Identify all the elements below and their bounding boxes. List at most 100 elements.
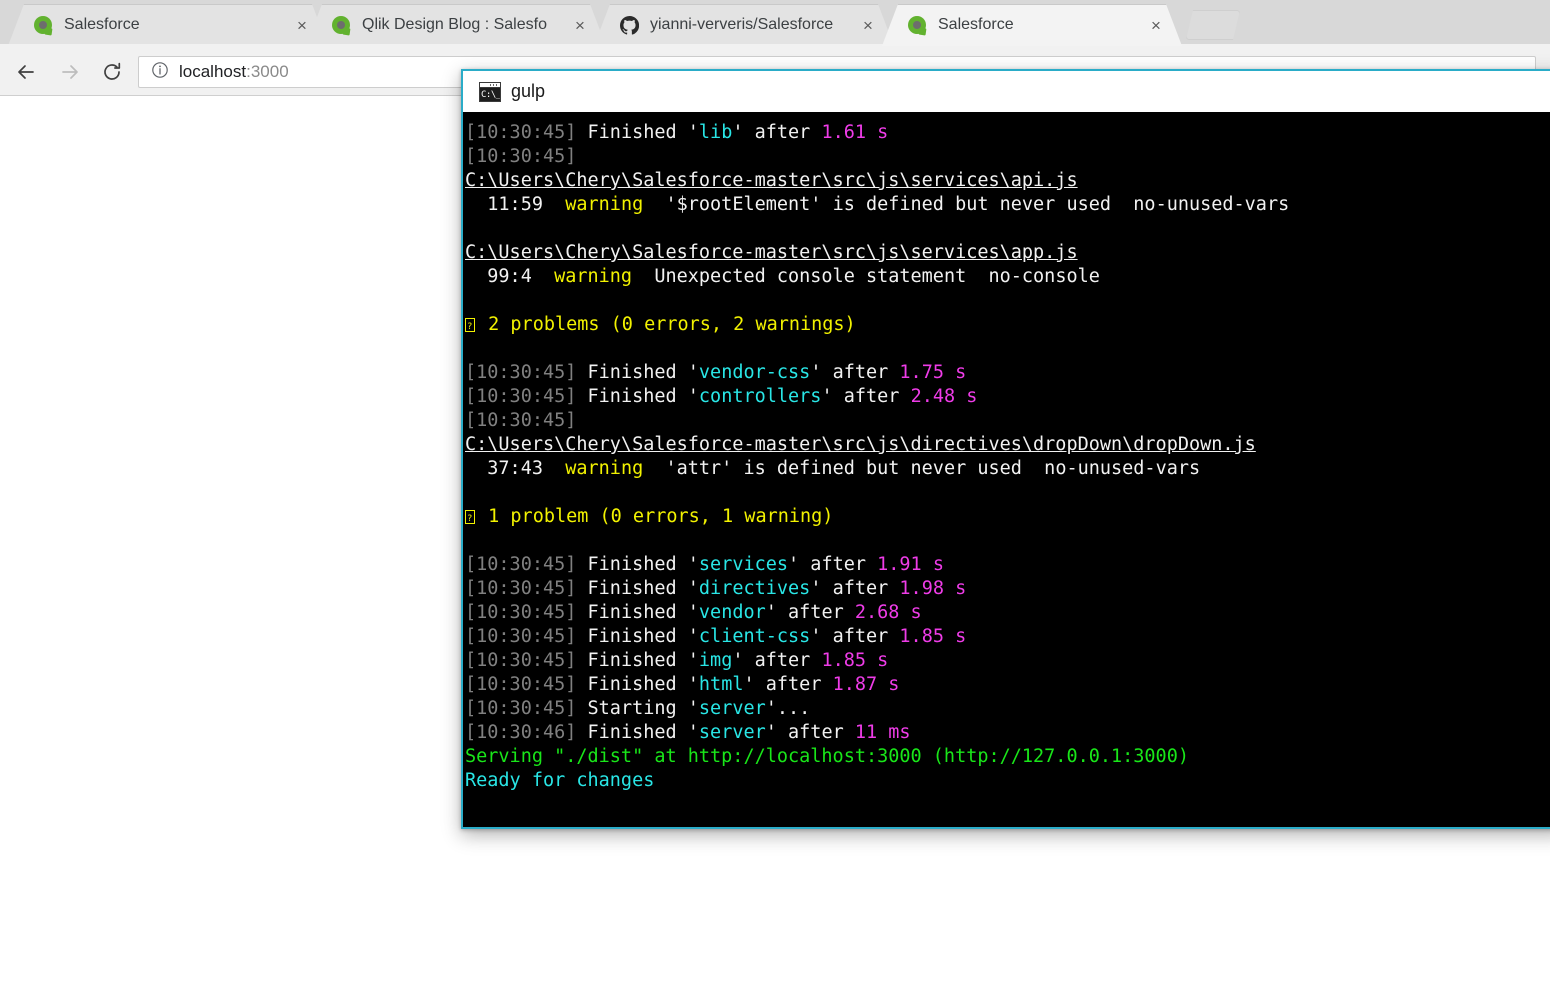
tab-content: Salesforce× [908,4,1176,46]
missing-glyph-icon [465,318,475,332]
tab-strip: Salesforce×Qlik Design Blog : Salesfo×yi… [0,0,1550,46]
terminal-text: ' [688,722,699,743]
terminal-line [463,481,1550,505]
terminal-text: Finished [576,386,687,407]
terminal-text [465,338,476,359]
terminal-text: Finished [576,602,687,623]
console-icon: C:\_ [479,82,501,102]
tab-close-icon[interactable]: × [1144,13,1168,37]
terminal-line: C:\Users\Chery\Salesforce-master\src\js\… [463,169,1550,193]
terminal-text: after [833,386,911,407]
terminal-line: C:\Users\Chery\Salesforce-master\src\js\… [463,241,1550,265]
terminal-text: 'attr' is defined but never used no-unus… [643,458,1200,479]
terminal-text: warning [565,194,643,215]
terminal-text: vendor [699,602,766,623]
terminal-text: Finished [576,554,687,575]
terminal-text: after [743,650,821,671]
terminal-line: 1 problem (0 errors, 1 warning) [463,505,1550,529]
terminal-text: Finished [576,626,687,647]
tab-close-icon[interactable]: × [856,13,880,37]
browser-tab[interactable]: yianni-ververis/Salesforce× [594,4,894,46]
terminal-text: services [699,554,788,575]
terminal-text: [10:30:45] [465,626,576,647]
terminal-text: warning [554,266,632,287]
terminal-text [465,482,476,503]
terminal-text: [10:30:46] [465,722,576,743]
terminal-text: [10:30:45] [465,122,576,143]
terminal-text: ' [766,602,777,623]
terminal-line [463,337,1550,361]
terminal-line: [10:30:45] Finished 'client-css' after 1… [463,625,1550,649]
url-host: localhost [179,62,246,81]
terminal-text: html [699,674,744,695]
terminal-text: 1.75 s [899,362,966,383]
terminal-line: [10:30:45] [463,145,1550,169]
terminal-text: ' [688,386,699,407]
terminal-line: [10:30:45] Finished 'lib' after 1.61 s [463,121,1550,145]
terminal-line: 2 problems (0 errors, 2 warnings) [463,313,1550,337]
new-tab-button[interactable] [1186,10,1240,40]
reload-icon[interactable] [98,58,126,86]
terminal-title-bar[interactable]: C:\_ gulp [463,71,1550,112]
terminal-text: ' [766,722,777,743]
browser-tab[interactable]: Salesforce× [8,4,328,46]
terminal-text: [10:30:45] [465,410,576,431]
terminal-text: Unexpected console statement no-console [632,266,1100,287]
terminal-text: Finished [576,122,687,143]
terminal-line: [10:30:46] Finished 'server' after 11 ms [463,721,1550,745]
qlik-icon [332,16,351,35]
terminal-line: [10:30:45] Finished 'vendor-css' after 1… [463,361,1550,385]
terminal-text: after [777,602,855,623]
page-info-icon[interactable] [151,61,169,84]
terminal-text: after [777,722,855,743]
terminal-line: [10:30:45] Finished 'html' after 1.87 s [463,673,1550,697]
terminal-text: after [821,362,899,383]
terminal-text: ' [688,554,699,575]
terminal-text: directives [699,578,810,599]
terminal-text: ' [732,122,743,143]
terminal-text: 1.85 s [899,626,966,647]
terminal-text: 2.48 s [911,386,978,407]
browser-tab[interactable]: Qlik Design Blog : Salesfo× [306,4,606,46]
tab-close-icon[interactable]: × [290,13,314,37]
terminal-text: after [755,674,833,695]
terminal-line: [10:30:45] [463,409,1550,433]
terminal-text: ' [688,362,699,383]
terminal-text: ' [688,602,699,623]
terminal-text [465,290,476,311]
terminal-text: ' [688,626,699,647]
terminal-text: '$rootElement' is defined but never used… [643,194,1289,215]
browser-window: Salesforce×Qlik Design Blog : Salesfo×yi… [0,0,1550,1001]
terminal-text: '... [766,698,811,719]
forward-icon[interactable] [56,58,84,86]
terminal-text: server [699,722,766,743]
terminal-line: [10:30:45] Finished 'services' after 1.9… [463,553,1550,577]
url-port: :3000 [246,62,289,81]
terminal-text: after [799,554,877,575]
terminal-text: ' [688,578,699,599]
terminal-line: 11:59 warning '$rootElement' is defined … [463,193,1550,217]
terminal-line: [10:30:45] Finished 'vendor' after 2.68 … [463,601,1550,625]
tab-title: Qlik Design Blog : Salesfo [362,4,568,46]
tab-title: Salesforce [938,4,1144,46]
terminal-text [465,530,476,551]
terminal-text: ' [688,122,699,143]
terminal-line: Serving "./dist" at http://localhost:300… [463,745,1550,769]
terminal-text: ' [810,626,821,647]
terminal-line: [10:30:45] Finished 'directives' after 1… [463,577,1550,601]
terminal-text: C:\Users\Chery\Salesforce-master\src\js\… [465,170,1078,191]
tab-content: Qlik Design Blog : Salesfo× [332,4,600,46]
browser-tab[interactable]: Salesforce× [882,4,1182,46]
terminal-output: [10:30:45] Finished 'lib' after 1.61 s[1… [463,112,1550,827]
tab-close-icon[interactable]: × [568,13,592,37]
terminal-line [463,529,1550,553]
terminal-text: 11:59 [465,194,565,215]
terminal-text: ' [688,698,699,719]
gulp-terminal-window[interactable]: C:\_ gulp [10:30:45] Finished 'lib' afte… [461,69,1550,829]
terminal-text: 1.87 s [833,674,900,695]
terminal-text: [10:30:45] [465,554,576,575]
back-icon[interactable] [12,58,40,86]
terminal-text: [10:30:45] [465,146,576,167]
terminal-line: C:\Users\Chery\Salesforce-master\src\js\… [463,433,1550,457]
terminal-text: 2 problems (0 errors, 2 warnings) [477,314,856,335]
